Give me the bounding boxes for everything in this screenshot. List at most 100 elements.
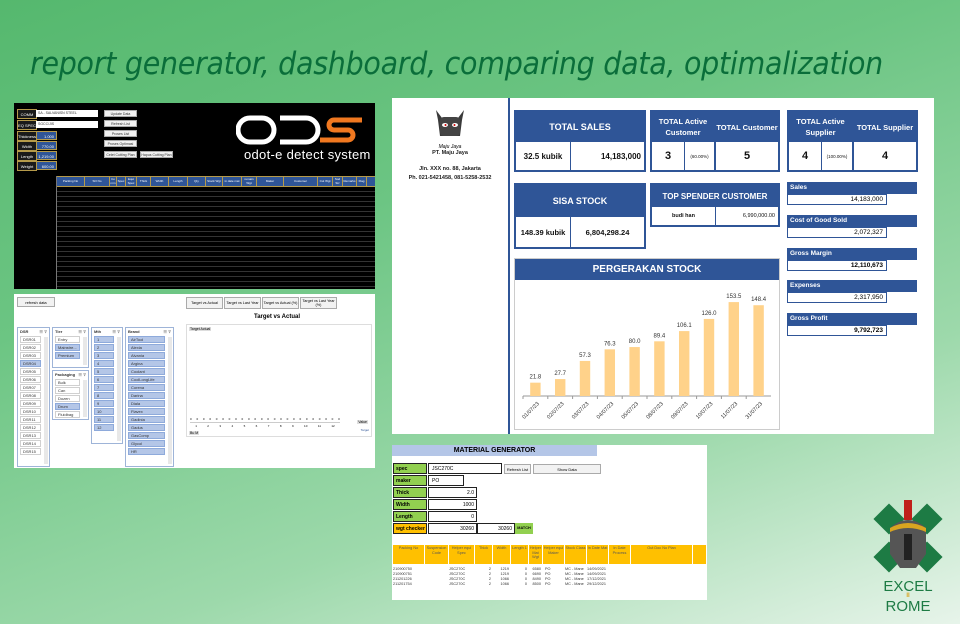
slicer-item[interactable]: DSR09 xyxy=(20,400,41,407)
slicer-item[interactable]: Premium xyxy=(55,352,80,359)
cetak-cutting-plan-button[interactable]: Celet Cutting Plan xyxy=(104,151,137,158)
bar xyxy=(554,379,566,396)
slicer-item[interactable]: Darina xyxy=(128,392,165,399)
slicer-packaging[interactable]: Packaging ☰ ⊽ Bulk Can Dozen Drum Fluidbag xyxy=(52,370,89,420)
pivot-chart-filter[interactable]: Bu M xyxy=(189,431,200,435)
slicer-item[interactable]: Mainstre... xyxy=(55,344,80,351)
grid-header: in date mat xyxy=(223,177,242,186)
filter-clear-icon[interactable]: ☰ ⊽ xyxy=(163,329,171,334)
slicer-item[interactable]: Glycol xyxy=(128,440,165,447)
slicer-item[interactable]: Can xyxy=(55,387,80,394)
thickness-input[interactable]: 1.000 xyxy=(36,131,57,140)
slicer-item[interactable]: DSR13 xyxy=(20,432,41,439)
slicer-item[interactable]: DSR01 xyxy=(20,336,41,343)
eqspec-select[interactable]: SGCC/JIS xyxy=(36,121,98,128)
slicer-brand[interactable]: Brand ☰ ⊽ AirTool Alexia Alvania Argina Coolan… xyxy=(125,327,174,467)
table-cell: JSC270C xyxy=(449,582,466,586)
slicer-item[interactable]: 11 xyxy=(94,416,114,423)
slicer-item[interactable]: DSR05 xyxy=(20,368,41,375)
proses-optimasi-button[interactable]: Proses Optimasi xyxy=(104,140,137,147)
scrollbar[interactable] xyxy=(117,337,121,441)
slicer-item[interactable]: Alvania xyxy=(128,352,165,359)
tab-target-vs-actual-pct[interactable]: Target vs Actual (%) xyxy=(262,297,299,309)
slicer-item[interactable]: GasComp xyxy=(128,432,165,439)
field-label-thickness: Thickness xyxy=(17,131,37,141)
bar xyxy=(530,382,541,396)
slicer-item[interactable]: 4 xyxy=(94,360,114,367)
slicer-item[interactable]: DSR11 xyxy=(20,416,41,423)
slicer-item[interactable]: 10 xyxy=(94,408,114,415)
slicer-item[interactable]: Corena xyxy=(128,384,165,391)
slicer-item[interactable]: 3 xyxy=(94,352,114,359)
scrollbar[interactable] xyxy=(44,337,48,464)
ods-panel: COMM SA - SALVANISN STEEL EQ SPEC SGCC/J… xyxy=(14,103,375,289)
slicer-tier[interactable]: Tier ☰ ⊽ Entry Mainstre... Premium xyxy=(52,327,89,368)
scrollbar[interactable] xyxy=(83,337,87,365)
slicer-item[interactable]: 1 xyxy=(94,336,114,343)
tab-target-vs-last-year-pct[interactable]: Target vs Last Year (%) xyxy=(300,297,337,309)
spec-select[interactable]: JSC270C xyxy=(428,463,502,474)
tab-target-vs-last-year[interactable]: Target vs Last Year xyxy=(224,297,261,309)
slicer-item[interactable]: CoolLongLife xyxy=(128,376,165,383)
maker-select[interactable]: PO xyxy=(428,475,464,486)
thick-input[interactable]: 2.0 xyxy=(428,487,477,498)
slicer-item[interactable]: Fluidbag xyxy=(55,411,80,418)
filter-clear-icon[interactable]: ☰ ⊽ xyxy=(39,329,47,334)
slicer-item[interactable]: 5 xyxy=(94,368,114,375)
tab-target-vs-actual[interactable]: Target vs Actual xyxy=(186,297,223,309)
slicer-item[interactable]: Coolant xyxy=(128,368,165,375)
slicer-item[interactable]: DSR03 xyxy=(20,352,41,359)
comm-select[interactable]: SA - SALVANISN STEEL xyxy=(36,110,98,117)
pivot-chart-value-button[interactable]: Value xyxy=(357,420,368,424)
slicer-item[interactable]: DSR02 xyxy=(20,344,41,351)
cutting-plan-grid[interactable]: Packing No SO No Co mm Spec Equi Spec Thick Wi… xyxy=(56,176,375,289)
slicer-item[interactable]: Entry xyxy=(55,336,80,343)
slicer-dsr[interactable]: DSR ☰ ⊽ DSR01 DSR02 DSR03 DSR04 DSR05 DSR06 DSR0… xyxy=(17,327,50,467)
proses-list-button[interactable]: Proses List xyxy=(104,130,137,137)
show-data-button[interactable]: Show Data xyxy=(533,464,601,474)
slicer-item[interactable]: Diala xyxy=(128,400,165,407)
slicer-item[interactable]: DSR14 xyxy=(20,440,41,447)
update-data-button[interactable]: Update Data Mentah xyxy=(104,110,137,123)
weight-input[interactable]: 600.00 xyxy=(36,161,57,170)
filter-clear-icon[interactable]: ☰ ⊽ xyxy=(112,329,120,334)
slicer-item[interactable]: Bulk xyxy=(55,379,80,386)
width-input[interactable]: 770.00 xyxy=(36,141,57,150)
slicer-item[interactable]: 7 xyxy=(94,384,114,391)
filter-clear-icon[interactable]: ☰ ⊽ xyxy=(78,329,86,334)
slicer-item[interactable]: DSR04 xyxy=(20,360,41,367)
slicer-item[interactable]: HR xyxy=(128,448,165,455)
length-input[interactable]: 1,219.00 xyxy=(36,151,57,160)
refresh-data-button[interactable]: refresh data xyxy=(17,297,55,307)
slicer-mth[interactable]: Mth ☰ ⊽ 1 2 3 4 5 6 7 8 9 10 11 12 xyxy=(91,327,123,444)
slicer-item[interactable]: Argina xyxy=(128,360,165,367)
slicer-item[interactable]: Gadinia xyxy=(128,416,165,423)
pivot-chart-tag[interactable]: Target Actual xyxy=(189,327,212,331)
slicer-item[interactable]: DSR08 xyxy=(20,392,41,399)
slicer-item[interactable]: 9 xyxy=(94,400,114,407)
slicer-item[interactable]: DSR15 xyxy=(20,448,41,455)
slicer-item[interactable]: DSR06 xyxy=(20,376,41,383)
slicer-item[interactable]: DSR07 xyxy=(20,384,41,391)
slicer-item[interactable]: Flavex xyxy=(128,408,165,415)
slicer-item[interactable]: 2 xyxy=(94,344,114,351)
slicer-item[interactable]: Alexia xyxy=(128,344,165,351)
filter-clear-icon[interactable]: ☰ ⊽ xyxy=(78,372,86,377)
slicer-item[interactable]: DSR12 xyxy=(20,424,41,431)
slicer-item[interactable]: 12 xyxy=(94,424,114,431)
hapus-cutting-plan-button[interactable]: Hapus Cutting Plan xyxy=(140,151,173,158)
slicer-item[interactable]: Drum xyxy=(55,403,80,410)
slicer-item[interactable]: Dozen xyxy=(55,395,80,402)
length-input[interactable]: 0 xyxy=(428,511,477,522)
slicer-item[interactable]: DSR10 xyxy=(20,408,41,415)
slicer-item[interactable]: Gadus xyxy=(128,424,165,431)
scrollbar[interactable] xyxy=(168,337,172,464)
slicer-item[interactable]: 8 xyxy=(94,392,114,399)
slicer-item[interactable]: AirTool xyxy=(128,336,165,343)
width-input[interactable]: 1000 xyxy=(428,499,477,510)
refresh-list-button[interactable]: Refresh List xyxy=(504,464,531,474)
scrollbar[interactable] xyxy=(83,380,87,417)
refresh-list-button[interactable]: Refresh List xyxy=(104,120,137,127)
slicer-item[interactable]: 6 xyxy=(94,376,114,383)
spec-label: spec xyxy=(393,463,427,474)
